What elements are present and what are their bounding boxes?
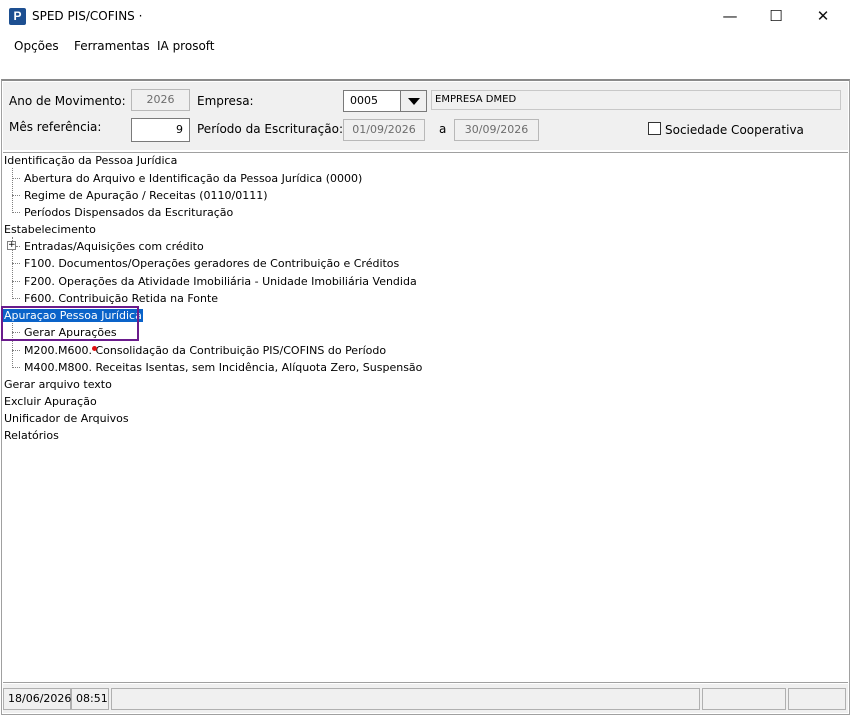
status-time: 08:51 — [71, 688, 109, 710]
tree-item-periodos-dispensados[interactable]: Períodos Dispensados da Escrituração — [24, 205, 233, 220]
empresa-label: Empresa: — [197, 94, 254, 108]
cursor-dot-icon — [92, 346, 97, 351]
tree-connector — [12, 281, 20, 282]
window-title: SPED PIS/COFINS · — [32, 9, 143, 23]
app-logo-icon: P — [9, 8, 26, 25]
navigation-tree — [3, 152, 848, 683]
tree-connector — [12, 212, 20, 213]
tree-item-excluir-apuracao[interactable]: Excluir Apuração — [4, 394, 97, 409]
ano-label: Ano de Movimento: — [9, 94, 126, 108]
tree-connector — [12, 350, 20, 351]
periodo-label: Período da Escrituração: — [197, 122, 343, 136]
tree-item-entradas[interactable]: Entradas/Aquisições com crédito — [24, 239, 204, 254]
tree-item-f100[interactable]: F100. Documentos/Operações geradores de … — [24, 256, 399, 271]
tree-item-abertura[interactable]: Abertura do Arquivo e Identificação da P… — [24, 171, 362, 186]
sociedade-cooperativa-label: Sociedade Cooperativa — [665, 123, 804, 137]
status-panel-2 — [702, 688, 786, 710]
tree-connector — [12, 367, 20, 368]
mes-label: Mês referência: — [9, 120, 102, 134]
highlight-box — [1, 306, 139, 341]
maximize-button[interactable]: ☐ — [753, 0, 799, 32]
tree-connector — [12, 168, 13, 213]
periodo-separator: a — [439, 122, 447, 136]
tree-item-identificacao[interactable]: Identificação da Pessoa Jurídica — [4, 153, 177, 168]
tree-connector — [12, 195, 20, 196]
tree-item-f200[interactable]: F200. Operações da Atividade Imobiliária… — [24, 274, 417, 289]
tree-item-regime[interactable]: Regime de Apuração / Receitas (0110/0111… — [24, 188, 268, 203]
tree-item-gerar-arquivo[interactable]: Gerar arquivo texto — [4, 377, 112, 392]
empresa-name-field: EMPRESA DMED — [431, 90, 841, 110]
menu-opcoes[interactable]: Opções — [14, 39, 59, 53]
tree-item-unificador[interactable]: Unificador de Arquivos — [4, 411, 129, 426]
mes-field[interactable]: 9 — [131, 118, 190, 142]
periodo-inicio-field: 01/09/2026 — [343, 119, 425, 141]
minimize-button[interactable]: — — [707, 0, 753, 32]
ano-field: 2026 — [131, 89, 190, 111]
sociedade-cooperativa-checkbox[interactable] — [648, 122, 661, 135]
status-panel-3 — [788, 688, 846, 710]
tree-item-f600[interactable]: F600. Contribuição Retida na Fonte — [24, 291, 218, 306]
close-button[interactable]: ✕ — [800, 0, 846, 32]
tree-connector — [12, 263, 20, 264]
empresa-dropdown-button[interactable] — [400, 90, 427, 112]
expand-icon[interactable]: + — [7, 241, 16, 250]
tree-item-m400-m800[interactable]: M400.M800. Receitas Isentas, sem Incidên… — [24, 360, 422, 375]
menu-ferramentas[interactable]: Ferramentas — [74, 39, 150, 53]
chevron-down-icon — [407, 97, 420, 105]
tree-connector — [12, 178, 20, 179]
tree-item-m200-m600[interactable]: M200.M600. Consolidação da Contribuição … — [24, 343, 386, 358]
status-message-panel — [111, 688, 700, 710]
periodo-fim-field: 30/09/2026 — [454, 119, 539, 141]
empresa-code-field[interactable]: 0005 — [343, 90, 401, 112]
tree-item-estabelecimento[interactable]: Estabelecimento — [4, 222, 96, 237]
status-date: 18/06/2026 — [3, 688, 71, 710]
tree-item-relatorios[interactable]: Relatórios — [4, 428, 59, 443]
menu-ia-prosoft[interactable]: IA prosoft — [157, 39, 215, 53]
tree-connector — [12, 298, 20, 299]
tree-connector — [16, 246, 20, 247]
